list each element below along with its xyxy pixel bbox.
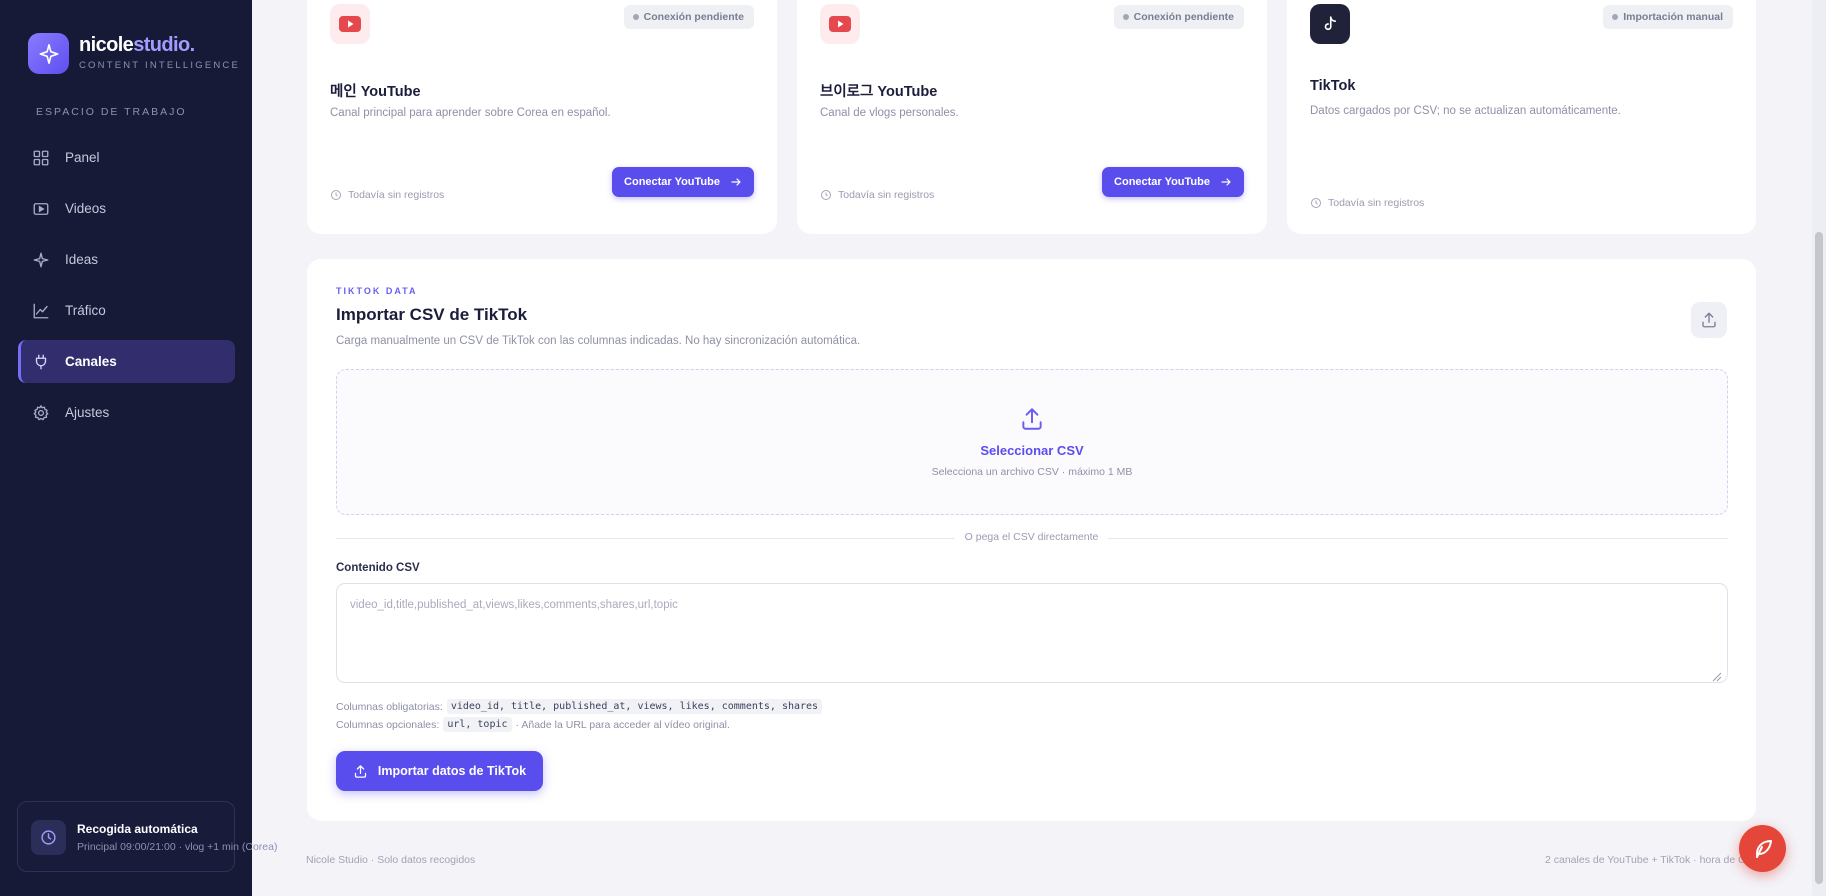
upload-button[interactable] [1691, 302, 1727, 338]
upload-icon [354, 764, 367, 778]
connect-youtube-button[interactable]: Conectar YouTube [612, 167, 754, 197]
sidebar-item-videos[interactable]: Videos [18, 187, 235, 230]
sidebar-item-label: Ideas [65, 252, 99, 267]
select-csv-label: Seleccionar CSV [980, 443, 1084, 458]
channel-name: 브이로그 YouTube [820, 84, 938, 100]
sidebar-item-label: Ajustes [65, 405, 110, 420]
grid-icon [33, 150, 49, 165]
arrow-right-icon [731, 178, 741, 186]
workspace-label: ESPACIO DE TRABAJO [36, 106, 187, 118]
youtube-icon [820, 4, 860, 44]
channel-name: TikTok [1310, 78, 1356, 94]
csv-dropzone[interactable]: Seleccionar CSV Selecciona un archivo CS… [336, 369, 1728, 515]
sidebar-item-trafico[interactable]: Tráfico [18, 289, 235, 332]
upload-icon [1702, 312, 1716, 328]
sparkle-icon [33, 252, 49, 267]
channel-status: Todavía sin registros [1310, 197, 1424, 209]
section-eyebrow: TIKTOK DATA [336, 286, 418, 296]
clock-icon [1311, 198, 1321, 208]
scrollbar-thumb[interactable] [1815, 232, 1823, 884]
status-badge: Importación manual [1603, 5, 1733, 29]
required-columns: video_id, title, published_at, views, li… [446, 699, 823, 714]
csv-content-label: Contenido CSV [336, 562, 420, 574]
channel-card-tiktok: Importación manual TikTok Datos cargados… [1287, 0, 1756, 234]
dropzone-hint: Selecciona un archivo CSV · máximo 1 MB [931, 466, 1133, 478]
channel-description: Datos cargados por CSV; no se actualizan… [1310, 105, 1621, 117]
scrollbar[interactable] [1812, 0, 1826, 896]
optional-columns: url, topic [443, 717, 512, 732]
video-icon [33, 202, 49, 215]
sidebar-item-label: Panel [65, 150, 100, 165]
arrow-right-icon [1221, 178, 1231, 186]
sidebar: nicolestudio. CONTENT INTELLIGENCE ESPAC… [0, 0, 277, 896]
import-tiktok-button[interactable]: Importar datos de TikTok [336, 751, 543, 791]
sidebar-item-ideas[interactable]: Ideas [18, 238, 235, 281]
channel-name: 메인 YouTube [330, 84, 421, 100]
youtube-icon [330, 4, 370, 44]
footer-right: 2 canales de YouTube + TikTok · hora de … [1545, 854, 1752, 866]
status-badge: Conexión pendiente [623, 5, 754, 29]
footer-left: Nicole Studio · Solo datos recogidos [306, 854, 476, 866]
sidebar-item-ajustes[interactable]: Ajustes [18, 391, 235, 434]
channel-card-vlog-youtube: Conexión pendiente 브이로그 YouTube Canal de… [797, 0, 1267, 234]
sidebar-item-label: Tráfico [65, 303, 106, 318]
import-description: Carga manualmente un CSV de TikTok con l… [336, 335, 861, 347]
clock-icon [821, 190, 831, 200]
tiktok-import-card: TIKTOK DATA Importar CSV de TikTok Carga… [307, 259, 1756, 821]
tiktok-icon [1310, 4, 1350, 44]
clock-icon [331, 190, 341, 200]
csv-content-textarea[interactable] [336, 583, 1728, 683]
channel-card-main-youtube: Conexión pendiente 메인 YouTube Canal prin… [307, 0, 777, 234]
channel-status: Todavía sin registros [820, 189, 934, 201]
brand-subtitle: CONTENT INTELLIGENCE [79, 60, 241, 71]
channel-description: Canal principal para aprender sobre Core… [330, 107, 611, 119]
plug-icon [35, 354, 47, 369]
status-badge: Conexión pendiente [1113, 5, 1244, 29]
assistant-fab[interactable] [1739, 825, 1786, 872]
sidebar-item-label: Videos [65, 201, 107, 216]
clock-icon [31, 820, 66, 855]
optional-columns-help: Columnas opcionales: url, topic · Añade … [336, 717, 730, 732]
required-columns-help: Columnas obligatorias: video_id, title, … [336, 699, 823, 714]
channel-status: Todavía sin registros [330, 189, 444, 201]
brand-name: nicolestudio. [79, 34, 195, 56]
auto-collect-card: Recogida automática Principal 09:00/21:0… [17, 801, 277, 872]
resize-handle-icon[interactable] [1712, 672, 1722, 682]
channel-description: Canal de vlogs personales. [820, 107, 959, 119]
auto-collect-title: Recogida automática [77, 822, 198, 836]
sidebar-item-canales[interactable]: Canales [18, 340, 235, 383]
sidebar-item-label: Canales [65, 354, 117, 369]
divider-label: O pega el CSV directamente [307, 531, 1756, 543]
auto-collect-subtitle: Principal 09:00/21:00 · vlog +1 min (Cor… [77, 841, 278, 853]
feather-icon [1755, 839, 1772, 858]
connect-youtube-button[interactable]: Conectar YouTube [1102, 167, 1244, 197]
logo-icon[interactable] [28, 33, 69, 74]
import-title: Importar CSV de TikTok [336, 305, 528, 324]
gear-icon [33, 404, 49, 420]
chart-line-icon [33, 303, 49, 318]
upload-icon [1022, 408, 1042, 430]
sidebar-item-panel[interactable]: Panel [18, 136, 235, 179]
